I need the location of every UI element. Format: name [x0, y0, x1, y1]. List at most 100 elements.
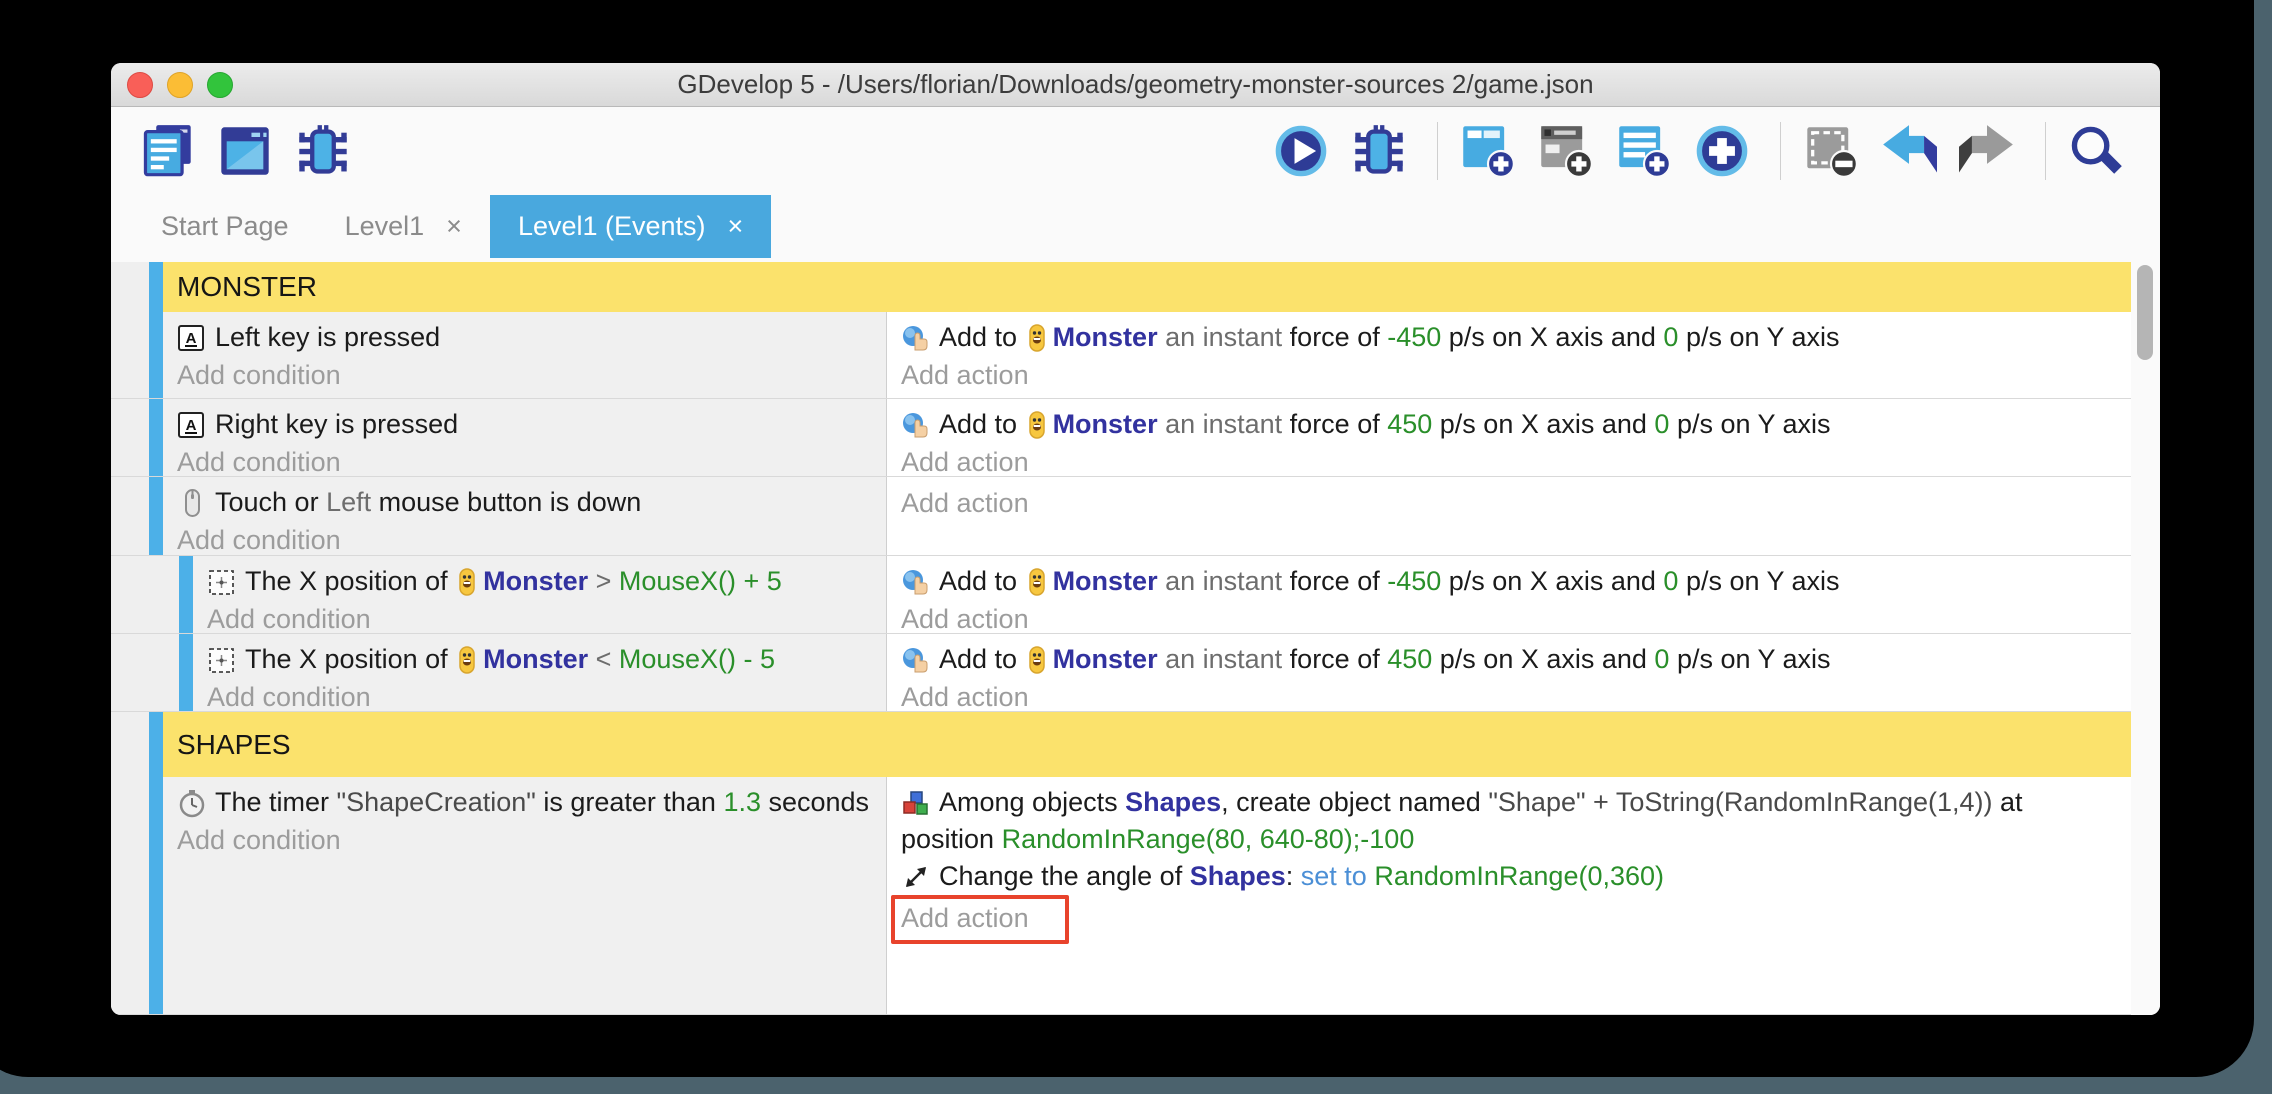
debug-bug-button[interactable]	[293, 121, 361, 181]
instruction-text: is greater than	[536, 787, 724, 817]
add-action-link[interactable]: Add action	[901, 484, 2119, 522]
event-row[interactable]: ARight key is pressedAdd condition Add to…	[111, 399, 2131, 477]
play-icon	[1273, 123, 1329, 179]
gdevelop-window: GDevelop 5 - /Users/florian/Downloads/ge…	[111, 63, 2160, 1015]
instruction[interactable]: Add to Monster an instant force of 450 p…	[901, 641, 2119, 678]
tab-close-icon[interactable]: ×	[728, 211, 744, 242]
instruction-text: set to	[1301, 861, 1367, 891]
add-subevent-button[interactable]	[1614, 121, 1682, 181]
tab-label: Level1 (Events)	[518, 211, 706, 242]
undo-button[interactable]	[1879, 121, 1947, 181]
instruction[interactable]: ARight key is pressed	[177, 406, 874, 443]
angle-icon	[901, 862, 931, 892]
add-action-link[interactable]: Add action	[901, 600, 2119, 638]
object-name: Monster	[483, 566, 588, 596]
scene-window-button[interactable]	[215, 121, 283, 181]
keyboard-icon: A	[177, 323, 207, 353]
tab-close-icon[interactable]: ×	[446, 211, 462, 242]
tab-level1[interactable]: Level1 ×	[317, 195, 490, 258]
group-header-row[interactable]: SHAPES	[111, 712, 2131, 777]
events-sheet-button[interactable]	[137, 121, 205, 181]
tab-label: Level1	[345, 211, 425, 242]
instruction[interactable]: The X position of Monster > MouseX() + 5	[207, 563, 874, 600]
instruction-text: force of	[1290, 322, 1388, 352]
conditions-cell[interactable]: A Left key is pressed Add condition	[163, 312, 887, 398]
minimize-button[interactable]	[167, 72, 193, 98]
add-action-link[interactable]: Add action	[901, 443, 2119, 481]
instruction-text: MouseX() - 5	[619, 644, 775, 674]
add-condition-link[interactable]: Add condition	[207, 600, 874, 638]
tab-level1-events[interactable]: Level1 (Events) ×	[490, 195, 771, 258]
instruction-text: 0	[1663, 322, 1678, 352]
event-row[interactable]: The X position of Monster < MouseX() - 5…	[111, 634, 2131, 712]
instruction-text: Left key is pressed	[215, 322, 440, 352]
instruction-text: p/s on Y axis	[1678, 322, 1839, 352]
delete-event-button[interactable]	[1801, 121, 1869, 181]
hand-icon	[901, 410, 931, 440]
instruction[interactable]: Among objects Shapes, create object name…	[901, 784, 2119, 858]
titlebar[interactable]: GDevelop 5 - /Users/florian/Downloads/ge…	[111, 63, 2160, 107]
event-row[interactable]: Touch or Left mouse button is downAdd co…	[111, 477, 2131, 556]
conditions-cell[interactable]: The X position of Monster > MouseX() + 5…	[193, 556, 887, 633]
instruction[interactable]: The timer "ShapeCreation" is greater tha…	[177, 784, 874, 821]
add-condition-link[interactable]: Add condition	[177, 521, 874, 559]
instruction[interactable]: Add to Monster an instant force of -450 …	[901, 319, 2119, 356]
conditions-cell[interactable]: ARight key is pressedAdd condition	[163, 399, 887, 476]
debug-bug-button[interactable]	[1349, 121, 1417, 181]
events-sheet-icon	[139, 123, 195, 179]
instruction-text: p/s on X axis and	[1441, 322, 1663, 352]
instruction-text: p/s on Y axis	[1678, 566, 1839, 596]
actions-cell[interactable]: Among objects Shapes, create object name…	[887, 777, 2131, 1014]
zoom-button[interactable]	[207, 72, 233, 98]
add-condition-link[interactable]: Add condition	[177, 356, 874, 394]
tab-bar: Start Page Level1 × Level1 (Events) ×	[111, 195, 2160, 258]
conditions-cell[interactable]: The X position of Monster < MouseX() - 5…	[193, 634, 887, 711]
actions-cell[interactable]: Add to Monster an instant force of 450 p…	[887, 399, 2131, 476]
actions-cell[interactable]: Add to Monster an instant force of -450 …	[887, 312, 2131, 398]
add-condition-link[interactable]: Add condition	[177, 443, 874, 481]
instruction[interactable]: Touch or Left mouse button is down	[177, 484, 874, 521]
add-subevent-icon	[1616, 123, 1672, 179]
conditions-cell[interactable]: The timer "ShapeCreation" is greater tha…	[163, 777, 887, 1014]
conditions-cell[interactable]: Touch or Left mouse button is downAdd co…	[163, 477, 887, 555]
instruction[interactable]: Add to Monster an instant force of 450 p…	[901, 406, 2119, 443]
redo-icon	[1959, 123, 2015, 179]
event-row[interactable]: The timer "ShapeCreation" is greater tha…	[111, 777, 2131, 1015]
add-comment-button[interactable]	[1536, 121, 1604, 181]
instruction-text: <	[588, 644, 619, 674]
instruction-text: an instant	[1158, 644, 1290, 674]
add-action-link[interactable]: Add action	[901, 356, 2119, 394]
search-button[interactable]	[2066, 121, 2134, 181]
add-action-link[interactable]: Add action	[901, 678, 2119, 716]
instruction-text: 0	[1654, 644, 1669, 674]
annotation-highlight: Add action	[891, 895, 1069, 944]
add-condition-link[interactable]: Add condition	[207, 678, 874, 716]
instruction-text: Add to	[939, 409, 1025, 439]
event-row[interactable]: A Left key is pressed Add condition Add to …	[111, 312, 2131, 399]
object-name: Monster	[1053, 409, 1158, 439]
add-action-link[interactable]: Add action	[901, 903, 1029, 933]
tab-label: Start Page	[161, 211, 289, 242]
add-condition-link[interactable]: Add condition	[177, 821, 874, 859]
instruction-text: RandomInRange(80, 640-80);-100	[1002, 824, 1415, 854]
instruction[interactable]: Change the angle of Shapes: set to Rando…	[901, 858, 2119, 895]
close-button[interactable]	[127, 72, 153, 98]
instruction[interactable]: The X position of Monster < MouseX() - 5	[207, 641, 874, 678]
add-event-button[interactable]	[1458, 121, 1526, 181]
toolbar	[111, 107, 2160, 195]
add-plus-button[interactable]	[1692, 121, 1760, 181]
scrollbar-thumb[interactable]	[2137, 265, 2153, 360]
instruction-text: MouseX() + 5	[619, 566, 782, 596]
tab-start-page[interactable]: Start Page	[133, 195, 317, 258]
instruction[interactable]: A Left key is pressed	[177, 319, 874, 356]
redo-button[interactable]	[1957, 121, 2025, 181]
event-row[interactable]: The X position of Monster > MouseX() + 5…	[111, 556, 2131, 634]
play-button[interactable]	[1271, 121, 1339, 181]
group-header-row[interactable]: MONSTER	[111, 262, 2131, 312]
instruction-text: The X position of	[245, 644, 455, 674]
actions-cell[interactable]: Add to Monster an instant force of -450 …	[887, 556, 2131, 633]
object-name: Monster	[483, 644, 588, 674]
actions-cell[interactable]: Add to Monster an instant force of 450 p…	[887, 634, 2131, 711]
actions-cell[interactable]: Add action	[887, 477, 2131, 555]
instruction[interactable]: Add to Monster an instant force of -450 …	[901, 563, 2119, 600]
